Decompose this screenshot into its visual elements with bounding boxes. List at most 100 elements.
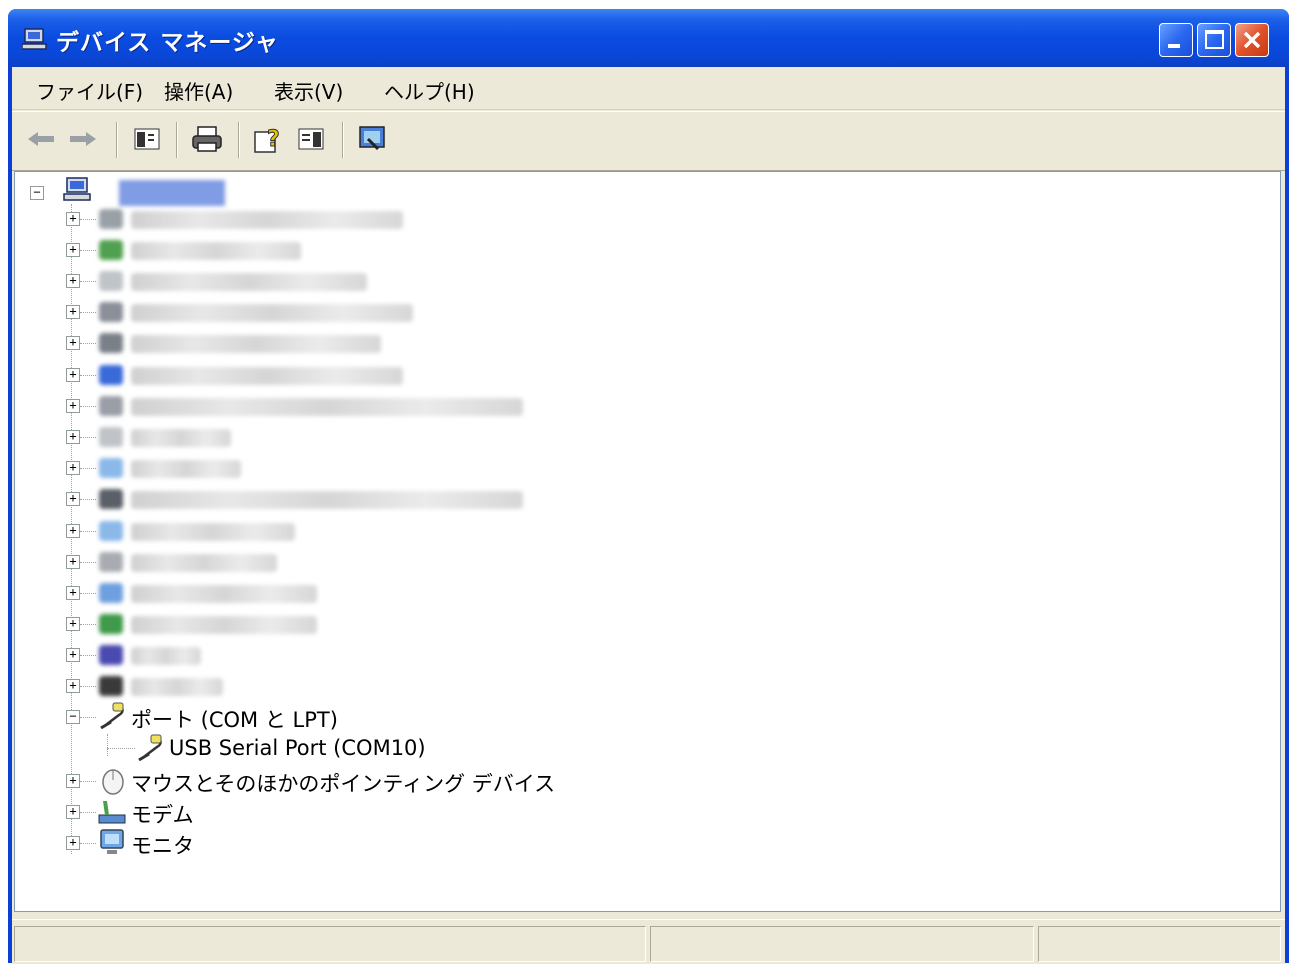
hidden-label: [131, 647, 201, 665]
device-tree: − + + + + + + + + + + + + + + + + − ポート …: [14, 171, 1281, 912]
scan-hardware-icon: [359, 126, 385, 151]
hidden-label: [131, 367, 403, 385]
hidden-label: [131, 398, 523, 416]
expand-button[interactable]: +: [66, 399, 80, 413]
tree-line: [80, 437, 96, 439]
tree-line: [80, 375, 96, 377]
device-icon: [99, 676, 123, 696]
monitor-node-label[interactable]: モニタ: [131, 830, 194, 860]
expand-button[interactable]: +: [66, 336, 80, 350]
help-button[interactable]: ?: [252, 122, 286, 156]
maximize-button[interactable]: [1197, 23, 1231, 57]
menu-help[interactable]: ヘルプ(H): [380, 74, 479, 107]
scan-hardware-button[interactable]: [356, 122, 390, 156]
expand-button[interactable]: +: [66, 430, 80, 444]
expand-button[interactable]: +: [66, 586, 80, 600]
mouse-node-label[interactable]: マウスとそのほかのポインティング デバイス: [131, 768, 555, 798]
tree-line: [80, 406, 96, 408]
hidden-label: [131, 273, 367, 291]
window-title: デバイス マネージャ: [56, 30, 279, 56]
close-icon: [1243, 31, 1261, 49]
status-panel: [1038, 926, 1281, 962]
expand-button[interactable]: +: [66, 492, 80, 506]
status-panel: [14, 926, 646, 962]
minimize-button[interactable]: [1159, 23, 1193, 57]
tree-line: [80, 686, 96, 688]
expand-button[interactable]: +: [66, 774, 80, 788]
expand-button[interactable]: +: [66, 555, 80, 569]
tree-line: [80, 499, 96, 501]
tree-line: [80, 343, 96, 345]
expand-button[interactable]: +: [66, 368, 80, 382]
tree-line: [107, 734, 109, 756]
modem-node-label[interactable]: モデム: [131, 799, 194, 829]
device-icon: [99, 521, 123, 541]
expand-button[interactable]: +: [66, 679, 80, 693]
device-icon: [99, 271, 123, 291]
svg-text:?: ?: [267, 127, 280, 152]
expand-button[interactable]: +: [66, 243, 80, 257]
expand-button[interactable]: +: [66, 212, 80, 226]
tree-line: [80, 812, 96, 814]
menu-file[interactable]: ファイル(F): [32, 74, 147, 107]
mouse-icon: [102, 769, 124, 795]
menu-view[interactable]: 表示(V): [270, 74, 347, 107]
computer-name-hidden[interactable]: [119, 180, 225, 206]
status-panel: [650, 926, 1034, 962]
computer-icon: [63, 177, 91, 201]
expand-button[interactable]: +: [66, 524, 80, 538]
tree-line: [80, 219, 96, 221]
tree-line: [80, 624, 96, 626]
tree-line: [80, 843, 96, 845]
collapse-button[interactable]: −: [30, 186, 44, 200]
toolbar: ?: [12, 111, 1285, 171]
collapse-button[interactable]: −: [66, 710, 80, 724]
hidden-label: [131, 554, 277, 572]
device-icon: [99, 583, 123, 603]
usb-serial-port-label[interactable]: USB Serial Port (COM10): [169, 736, 426, 760]
tree-line: [80, 250, 96, 252]
device-icon: [99, 302, 123, 322]
back-button[interactable]: [24, 122, 58, 156]
expand-button[interactable]: +: [66, 648, 80, 662]
forward-button[interactable]: [66, 122, 100, 156]
menu-action[interactable]: 操作(A): [160, 74, 237, 107]
ports-node-label[interactable]: ポート (COM と LPT): [131, 704, 338, 734]
hidden-label: [131, 335, 381, 353]
expand-button[interactable]: +: [66, 617, 80, 631]
title-bar[interactable]: デバイス マネージャ: [8, 9, 1289, 67]
expand-button[interactable]: +: [66, 805, 80, 819]
menu-bar: ファイル(F) 操作(A) 表示(V) ヘルプ(H): [12, 67, 1285, 110]
modem-icon: [98, 801, 126, 824]
minimize-icon: [1168, 44, 1180, 48]
properties-button[interactable]: [294, 122, 328, 156]
print-button[interactable]: [190, 122, 224, 156]
expand-button[interactable]: +: [66, 274, 80, 288]
tree-line: [80, 655, 96, 657]
device-manager-window: デバイス マネージャ ファイル(F) 操作(A) 表示(V) ヘルプ(H) ? …: [8, 9, 1289, 964]
device-icon: [99, 614, 123, 634]
computer-icon: [22, 28, 47, 50]
expand-button[interactable]: +: [66, 461, 80, 475]
toolbar-separator: [238, 122, 240, 158]
expand-button[interactable]: +: [66, 305, 80, 319]
device-icon: [99, 365, 123, 385]
device-icon: [99, 645, 123, 665]
tree-line: [80, 281, 96, 283]
hidden-label: [131, 616, 317, 634]
device-icon: [99, 458, 123, 478]
hidden-label: [131, 242, 301, 260]
toolbar-separator: [342, 122, 344, 158]
show-hide-tree-icon: [134, 128, 160, 150]
close-button[interactable]: [1235, 23, 1269, 57]
tree-line: [80, 531, 96, 533]
expand-button[interactable]: +: [66, 836, 80, 850]
port-icon: [100, 702, 124, 730]
show-hide-tree-button[interactable]: [130, 122, 164, 156]
device-icon: [99, 333, 123, 353]
hidden-label: [131, 491, 523, 509]
toolbar-separator: [176, 122, 178, 158]
tree-line: [80, 312, 96, 314]
tree-line: [80, 562, 96, 564]
forward-arrow-icon: [70, 132, 96, 146]
